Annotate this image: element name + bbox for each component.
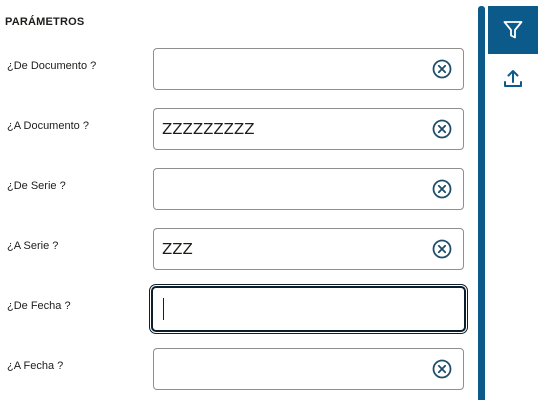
de-serie-input[interactable] <box>162 169 422 209</box>
de-serie-field[interactable] <box>153 168 464 210</box>
de-fecha-field[interactable] <box>151 286 466 332</box>
text-caret <box>163 298 164 320</box>
param-row-de-fecha: ¿De Fecha ? <box>0 286 478 332</box>
scrollbar[interactable] <box>478 6 485 400</box>
param-row-de-documento: ¿De Documento ? <box>0 48 478 92</box>
param-row-a-serie: ¿A Serie ? <box>0 228 478 272</box>
clear-icon[interactable] <box>432 359 452 379</box>
de-fecha-input[interactable] <box>161 288 421 330</box>
field-label: ¿A Fecha ? <box>7 360 64 372</box>
a-documento-input[interactable] <box>162 109 422 149</box>
de-documento-input[interactable] <box>162 49 422 89</box>
filter-icon <box>503 21 523 39</box>
de-documento-field[interactable] <box>153 48 464 90</box>
param-row-de-serie: ¿De Serie ? <box>0 168 478 212</box>
a-documento-field[interactable] <box>153 108 464 150</box>
parameters-panel: PARÁMETROS ¿De Documento ? ¿A Documento … <box>0 0 478 400</box>
field-label: ¿A Serie ? <box>7 240 59 252</box>
clear-icon[interactable] <box>432 119 452 139</box>
side-toolbar <box>488 0 538 400</box>
param-row-a-documento: ¿A Documento ? <box>0 108 478 152</box>
a-serie-input[interactable] <box>162 229 422 269</box>
a-fecha-field[interactable] <box>153 348 464 390</box>
section-title: PARÁMETROS <box>5 16 85 28</box>
field-label: ¿De Serie ? <box>7 180 66 192</box>
clear-icon[interactable] <box>432 239 452 259</box>
filter-button[interactable] <box>488 6 538 54</box>
param-row-a-fecha: ¿A Fecha ? <box>0 348 478 392</box>
clear-icon[interactable] <box>432 179 452 199</box>
clear-icon[interactable] <box>432 59 452 79</box>
field-label: ¿De Fecha ? <box>7 300 71 312</box>
a-fecha-input[interactable] <box>162 349 422 389</box>
upload-button[interactable] <box>488 54 538 102</box>
a-serie-field[interactable] <box>153 228 464 270</box>
upload-icon <box>504 70 522 87</box>
field-label: ¿A Documento ? <box>7 120 89 132</box>
field-label: ¿De Documento ? <box>7 60 97 72</box>
